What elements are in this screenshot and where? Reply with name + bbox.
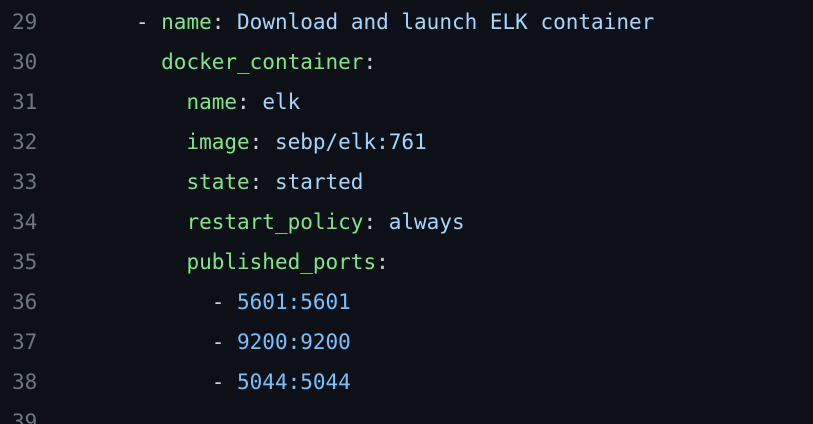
line-content: restart_policy: always — [60, 202, 465, 242]
line-number: 39 — [12, 410, 38, 424]
yaml-colon: : — [376, 250, 389, 274]
line-content: docker_container: — [60, 42, 376, 82]
yaml-key: state — [186, 170, 250, 194]
yaml-colon: : — [237, 90, 263, 114]
yaml-colon: : — [211, 10, 238, 34]
code-line: 35 published_ports: — [0, 242, 389, 282]
code-line: 33 state: started — [0, 162, 363, 202]
yaml-key: docker_container — [161, 50, 364, 74]
yaml-key: restart_policy — [186, 210, 364, 234]
list-dash: - — [135, 10, 162, 34]
yaml-value: Download and launch ELK container — [237, 10, 655, 34]
code-line: 39 — [0, 402, 60, 424]
line-number: 37 — [12, 330, 38, 354]
code-viewer: 29 - name: Download and launch ELK conta… — [0, 0, 813, 424]
line-content: image: sebp/elk:761 — [60, 122, 427, 162]
code-line: 31 name: elk — [0, 82, 300, 122]
code-line: 38 - 5044:5044 — [0, 362, 351, 402]
list-dash: - — [211, 290, 238, 314]
line-number: 38 — [12, 370, 38, 394]
code-line: 37 - 9200:9200 — [0, 322, 351, 362]
yaml-key: image — [186, 130, 250, 154]
line-number: 31 — [12, 90, 38, 114]
line-number: 32 — [12, 130, 38, 154]
line-content: - name: Download and launch ELK containe… — [60, 2, 654, 42]
yaml-colon: : — [363, 50, 377, 74]
code-line: 30 docker_container: — [0, 42, 376, 82]
code-line: 32 image: sebp/elk:761 — [0, 122, 427, 162]
yaml-value: sebp/elk:761 — [274, 130, 427, 154]
yaml-value: 5601:5601 — [237, 290, 351, 314]
line-content: name: elk — [60, 82, 300, 122]
yaml-colon: : — [249, 170, 275, 194]
yaml-key: name — [186, 90, 238, 114]
code-line: 36 - 5601:5601 — [0, 282, 351, 322]
yaml-value: 5044:5044 — [237, 370, 351, 394]
yaml-key: name — [161, 10, 212, 34]
line-number: 29 — [12, 10, 38, 34]
yaml-key: published_ports — [186, 250, 377, 274]
yaml-colon: : — [363, 210, 389, 234]
yaml-value: started — [274, 170, 364, 194]
line-number: 36 — [12, 290, 38, 314]
list-dash: - — [211, 370, 238, 394]
code-line: 29 - name: Download and launch ELK conta… — [0, 2, 654, 42]
code-line: 34 restart_policy: always — [0, 202, 465, 242]
line-number: 35 — [12, 250, 38, 274]
yaml-value: elk — [262, 90, 301, 114]
yaml-value: always — [388, 210, 465, 234]
list-dash: - — [211, 330, 238, 354]
line-content: - 5601:5601 — [60, 282, 351, 322]
line-number: 30 — [12, 50, 38, 74]
yaml-colon: : — [249, 130, 275, 154]
line-content: - 9200:9200 — [60, 322, 351, 362]
line-number: 34 — [12, 210, 38, 234]
line-content: published_ports: — [60, 242, 389, 282]
line-content: state: started — [60, 162, 363, 202]
line-number: 33 — [12, 170, 38, 194]
yaml-value: 9200:9200 — [237, 330, 351, 354]
line-content: - 5044:5044 — [60, 362, 351, 402]
